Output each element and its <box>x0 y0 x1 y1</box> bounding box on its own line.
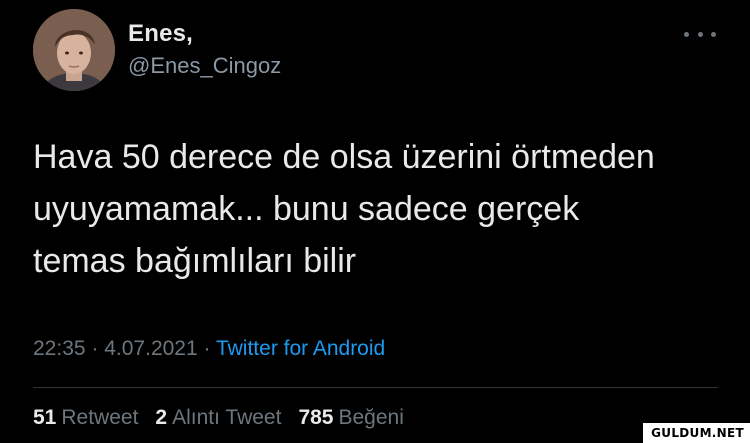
tweet-stats: 51 Retweet 2 Alıntı Tweet 785 Beğeni <box>33 406 421 430</box>
divider <box>33 387 718 388</box>
tweet-time[interactable]: 22:35 <box>33 337 86 360</box>
retweet-label: Retweet <box>61 406 139 429</box>
quote-label: Alıntı Tweet <box>172 406 282 429</box>
more-options-button[interactable] <box>684 22 716 46</box>
more-horizontal-icon-dot <box>711 31 716 37</box>
watermark: GULDUM.NET <box>643 423 750 443</box>
like-label: Beğeni <box>338 406 404 429</box>
tweet-text-line: Hava 50 derece de olsa üzerini örtmeden <box>33 138 655 176</box>
like-count: 785 <box>298 406 334 429</box>
tweet-card: Enes, @Enes_Cingoz Hava 50 derece de ols… <box>0 0 750 443</box>
avatar-photo <box>33 9 115 91</box>
retweet-count: 51 <box>33 406 57 429</box>
tweet-text: Hava 50 derece de olsa üzerini örtmeden … <box>33 131 733 287</box>
more-horizontal-icon-dot <box>697 31 703 37</box>
quotes-stat[interactable]: 2 Alıntı Tweet <box>155 406 281 430</box>
user-handle[interactable]: @Enes_Cingoz <box>128 53 281 79</box>
retweets-stat[interactable]: 51 Retweet <box>33 406 138 430</box>
meta-separator: · <box>203 337 216 360</box>
meta-separator: · <box>91 337 105 360</box>
quote-count: 2 <box>155 406 168 429</box>
tweet-source-link[interactable]: Twitter for Android <box>216 337 385 360</box>
avatar[interactable] <box>33 9 115 91</box>
tweet-text-line: uyuyamamak... bunu sadece gerçek <box>33 190 580 228</box>
tweet-text-line: temas bağımlıları bilir <box>33 242 357 280</box>
display-name[interactable]: Enes, <box>128 20 193 48</box>
more-horizontal-icon <box>684 31 689 37</box>
likes-stat[interactable]: 785 Beğeni <box>298 406 403 430</box>
tweet-meta: 22:35 · 4.07.2021 · Twitter for Android <box>33 337 385 361</box>
tweet-date[interactable]: 4.07.2021 <box>104 337 197 360</box>
